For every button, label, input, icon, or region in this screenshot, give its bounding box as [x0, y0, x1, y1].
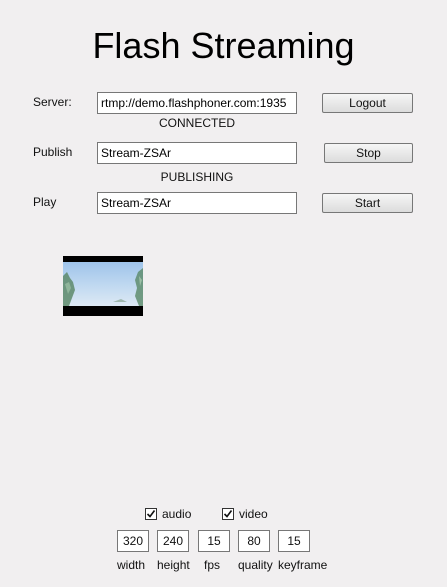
video-preview	[63, 256, 143, 316]
logout-button[interactable]: Logout	[322, 93, 413, 113]
width-input[interactable]: 320	[117, 530, 149, 552]
video-frame	[63, 262, 143, 306]
server-url-input[interactable]	[97, 92, 297, 114]
page-title: Flash Streaming	[92, 25, 355, 66]
keyframe-caption: keyframe	[278, 558, 328, 572]
video-label: video	[239, 507, 268, 521]
quality-caption: quality	[238, 558, 273, 572]
height-caption: height	[157, 558, 190, 572]
width-caption: width	[117, 558, 146, 572]
server-label: Server:	[33, 95, 72, 109]
fps-input[interactable]: 15	[198, 530, 230, 552]
connection-status: CONNECTED	[158, 116, 235, 130]
publish-stream-input[interactable]	[97, 142, 297, 164]
fps-caption: fps	[204, 558, 221, 572]
video-checkbox[interactable]	[222, 508, 234, 520]
keyframe-input[interactable]: 15	[278, 530, 310, 552]
video-scene-image	[63, 268, 143, 306]
publish-status: PUBLISHING	[160, 170, 234, 184]
height-input[interactable]: 240	[157, 530, 189, 552]
stop-button[interactable]: Stop	[324, 143, 413, 163]
audio-checkbox[interactable]	[145, 508, 157, 520]
checkmark-icon	[146, 510, 156, 518]
checkmark-icon	[223, 510, 233, 518]
play-label: Play	[33, 195, 57, 209]
audio-label: audio	[162, 507, 192, 521]
play-stream-input[interactable]	[97, 192, 297, 214]
start-button[interactable]: Start	[322, 193, 413, 213]
publish-label: Publish	[33, 145, 73, 159]
quality-input[interactable]: 80	[238, 530, 270, 552]
